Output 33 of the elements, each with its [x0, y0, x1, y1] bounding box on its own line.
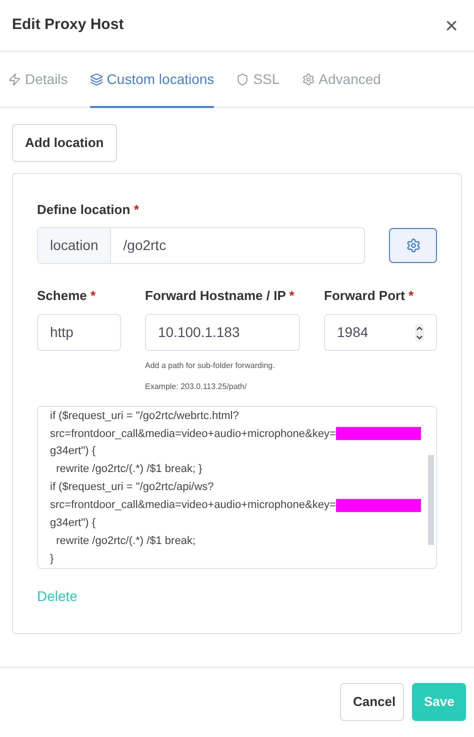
text-input[interactable]: 10.100.1.183	[145, 314, 300, 351]
gear-icon	[406, 238, 420, 252]
code-line: rewrite /go2rtc/(.*) /$1 break;	[55, 534, 196, 549]
field-label: Forward Hostname / IP *	[145, 286, 296, 304]
code-line: g34ert") {	[50, 444, 96, 460]
code-line: }	[50, 552, 54, 567]
layers-icon	[90, 72, 103, 86]
field-label: Define location *	[37, 202, 139, 217]
location-input[interactable]: location /go2rtc	[37, 226, 365, 264]
settings-button[interactable]	[389, 228, 437, 262]
code-line: if ($request_uri = "/go2rtc/webrtc.html?	[50, 408, 239, 424]
add-location-button[interactable]: Add location	[12, 124, 117, 162]
text-input[interactable]: http	[37, 314, 121, 351]
bolt-icon	[8, 72, 21, 86]
config-textarea[interactable]	[37, 406, 437, 569]
code-line: g34ert") {	[50, 516, 96, 532]
code-line: src=frontdoor_call&media=video+audio+microphone&key=	[50, 426, 336, 442]
spinner-icon	[415, 324, 424, 342]
scrollbar-thumb[interactable]	[428, 455, 434, 545]
code-line: src=frontdoor_call&media=video+audio+microphone&key=	[50, 498, 336, 514]
help-text: Add a path for sub-folder forwarding.	[145, 360, 276, 372]
gear-icon	[302, 72, 315, 86]
field-label: Scheme *	[37, 286, 97, 304]
help-text: Example: 203.0.113.25/path/	[145, 381, 248, 393]
cancel-button[interactable]: Cancel	[340, 682, 404, 720]
code-line: rewrite /go2rtc/(.*) /$1 break; }	[55, 462, 202, 478]
port-input[interactable]: 1984	[324, 314, 437, 351]
dialog-title: Edit Proxy Host	[12, 15, 124, 36]
close-button[interactable]: ×	[445, 14, 462, 36]
shield-icon	[236, 72, 250, 86]
tab[interactable]: Custom locations	[90, 52, 214, 108]
code-line: if ($request_uri = "/go2rtc/api/ws?	[50, 480, 214, 496]
field-label: Forward Port *	[324, 286, 415, 304]
